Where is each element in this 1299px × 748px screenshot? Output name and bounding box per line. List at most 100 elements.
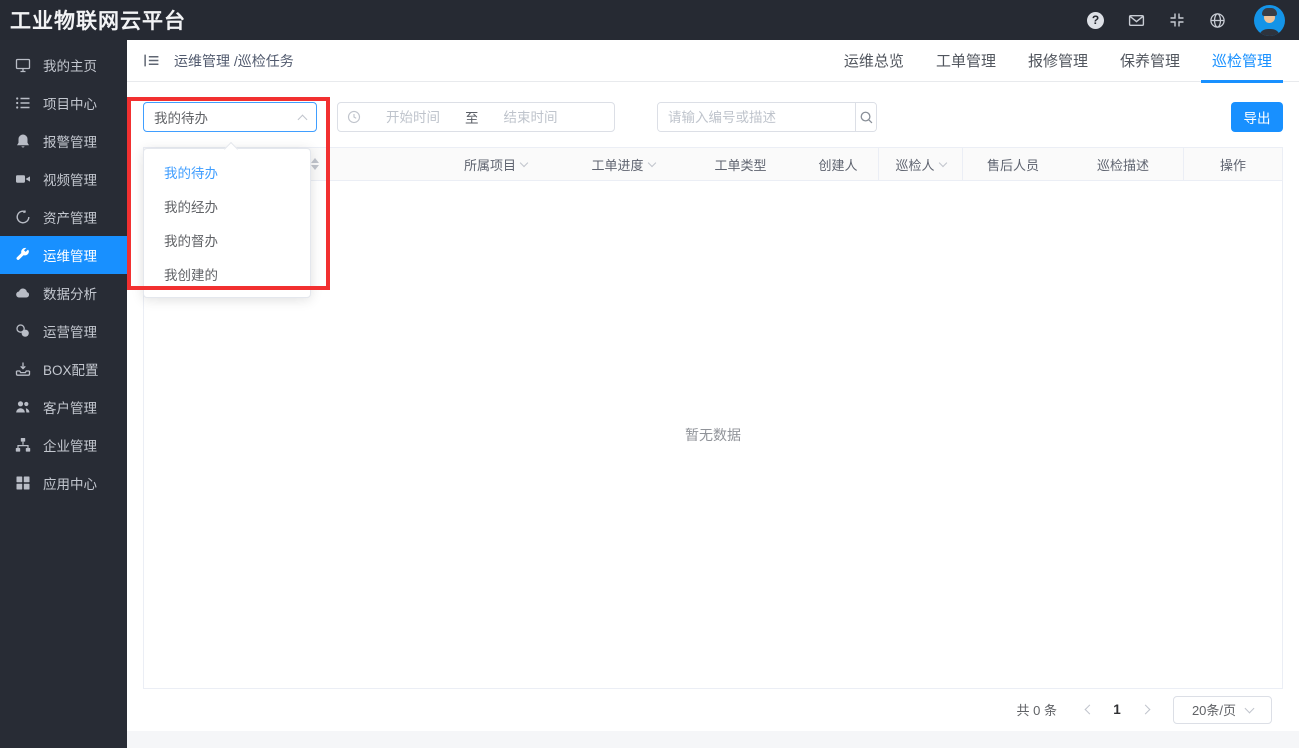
chevron-right-icon: [1140, 704, 1150, 715]
dropdown-option-my-todo[interactable]: 我的待办: [144, 155, 310, 189]
column-label: 售后人员: [986, 157, 1039, 173]
sidebar-item-ops[interactable]: 运维管理: [0, 236, 127, 274]
column-label: 所属项目: [463, 157, 516, 173]
chevron-left-icon: [1084, 704, 1094, 715]
search-button[interactable]: [855, 103, 876, 131]
wrench-icon: [15, 247, 31, 263]
sidebar-item-label: 运维管理: [43, 249, 97, 264]
sidebar-item-app-center[interactable]: 应用中心: [0, 464, 127, 502]
column-header-inspector[interactable]: 巡检人: [878, 148, 963, 180]
topbar: 工业物联网云平台 ?: [0, 0, 1299, 40]
tab-inspection[interactable]: 巡检管理: [1200, 40, 1284, 83]
sidebar: 我的主页 项目中心 报警管理 视频管理 资产管理 运维管理 数据分析 运营管理 …: [0, 40, 127, 748]
date-range-picker[interactable]: 至: [337, 102, 615, 132]
clock-icon: [347, 110, 361, 124]
sidebar-item-label: 运营管理: [43, 325, 97, 340]
sidebar-item-label: 应用中心: [43, 477, 97, 492]
sidebar-item-enterprise[interactable]: 企业管理: [0, 426, 127, 464]
column-label: 创建人: [818, 157, 858, 173]
video-camera-icon: [15, 171, 31, 187]
chevron-down-icon: [1244, 703, 1255, 714]
sidebar-item-label: 资产管理: [43, 211, 97, 226]
prev-page-button[interactable]: [1075, 696, 1103, 724]
sidebar-item-operations[interactable]: 运营管理: [0, 312, 127, 350]
breadcrumb: 运维管理 /巡检任务: [174, 52, 294, 69]
column-header-aftersales: 售后人员: [963, 148, 1063, 180]
users-icon: [15, 399, 31, 415]
sidebar-item-label: 报警管理: [43, 135, 97, 150]
org-tree-icon: [15, 437, 31, 453]
coins-icon: [15, 323, 31, 339]
sidebar-item-video[interactable]: 视频管理: [0, 160, 127, 198]
column-label: 操作: [1219, 157, 1246, 173]
filter-chevron-icon[interactable]: [938, 158, 947, 167]
column-header-project[interactable]: 所属项目: [428, 148, 563, 180]
column-header-progress[interactable]: 工单进度: [563, 148, 683, 180]
task-filter-value: 我的待办: [154, 111, 208, 126]
end-time-input[interactable]: [482, 109, 579, 125]
sort-icon[interactable]: [310, 158, 319, 170]
pagination-total: 共 0 条: [1016, 703, 1057, 719]
tab-work-orders[interactable]: 工单管理: [925, 40, 1007, 82]
column-header-type: 工单类型: [683, 148, 798, 180]
date-range-separator: 至: [465, 111, 479, 126]
sidebar-item-label: 我的主页: [43, 59, 97, 74]
inspection-table: 创建时间 所属项目 工单进度 工单类型 创建人: [143, 147, 1283, 689]
app-title: 工业物联网云平台: [10, 10, 186, 33]
tab-repair[interactable]: 报修管理: [1017, 40, 1099, 82]
tab-maintenance[interactable]: 保养管理: [1109, 40, 1191, 82]
sidebar-item-assets[interactable]: 资产管理: [0, 198, 127, 236]
recycle-icon: [15, 209, 31, 225]
sidebar-item-label: 项目中心: [43, 97, 97, 112]
sidebar-item-box-config[interactable]: BOX配置: [0, 350, 127, 388]
column-label: 工单类型: [714, 157, 767, 173]
mail-icon[interactable]: [1128, 12, 1145, 29]
task-filter-dropdown: 我的待办 我的经办 我的督办 我创建的: [143, 148, 311, 298]
user-avatar[interactable]: [1254, 4, 1285, 36]
app-grid-icon: [15, 475, 31, 491]
sidebar-item-alarms[interactable]: 报警管理: [0, 122, 127, 160]
filter-chevron-icon[interactable]: [519, 158, 529, 167]
cloud-icon: [15, 285, 31, 301]
empty-text: 暂无数据: [685, 426, 741, 443]
sidebar-item-label: 客户管理: [43, 401, 97, 416]
pagination: 共 0 条 1 20条/页: [127, 689, 1299, 731]
column-header-description: 巡检描述: [1063, 148, 1183, 180]
sidebar-item-customers[interactable]: 客户管理: [0, 388, 127, 426]
start-time-input[interactable]: [365, 109, 461, 125]
export-button[interactable]: 导出: [1231, 102, 1283, 132]
tab-ops-overview[interactable]: 运维总览: [833, 40, 915, 82]
help-icon[interactable]: ?: [1087, 11, 1104, 29]
list-icon: [15, 95, 31, 111]
dropdown-option-my-supervised[interactable]: 我的督办: [144, 223, 310, 257]
next-page-button[interactable]: [1131, 696, 1159, 724]
bottom-strip: [127, 730, 1299, 748]
filter-chevron-icon[interactable]: [647, 158, 656, 167]
search-box: [657, 102, 877, 132]
sidebar-item-label: BOX配置: [43, 363, 99, 378]
dropdown-option-my-handled[interactable]: 我的经办: [144, 189, 310, 223]
sidebar-item-data-analysis[interactable]: 数据分析: [0, 274, 127, 312]
table-header-row: 创建时间 所属项目 工单进度 工单类型 创建人: [144, 148, 1282, 181]
sidebar-item-label: 视频管理: [43, 173, 97, 188]
dropdown-option-my-created[interactable]: 我创建的: [144, 257, 310, 291]
page-size-select[interactable]: 20条/页: [1173, 695, 1272, 724]
page-number[interactable]: 1: [1103, 696, 1131, 724]
sidebar-item-projects[interactable]: 项目中心: [0, 84, 127, 122]
compress-icon[interactable]: [1169, 12, 1185, 28]
avatar-torso: [1260, 28, 1279, 36]
bell-icon: [15, 133, 31, 149]
monitor-icon: [15, 57, 31, 73]
main-content: 运维管理 /巡检任务 运维总览 工单管理 报修管理 保养管理 巡检管理 我的待办: [127, 40, 1299, 748]
topbar-icons: ?: [1087, 4, 1285, 36]
box-download-icon: [15, 361, 31, 377]
globe-icon[interactable]: [1209, 12, 1226, 29]
column-label: 工单进度: [591, 157, 644, 173]
search-input[interactable]: [658, 103, 855, 131]
task-filter-select[interactable]: 我的待办: [143, 102, 317, 132]
chevron-up-icon: [297, 114, 308, 124]
column-label: 巡检人: [895, 157, 935, 173]
sidebar-item-home[interactable]: 我的主页: [0, 46, 127, 84]
menu-fold-icon[interactable]: [143, 52, 160, 69]
column-header-actions: 操作: [1183, 148, 1282, 180]
